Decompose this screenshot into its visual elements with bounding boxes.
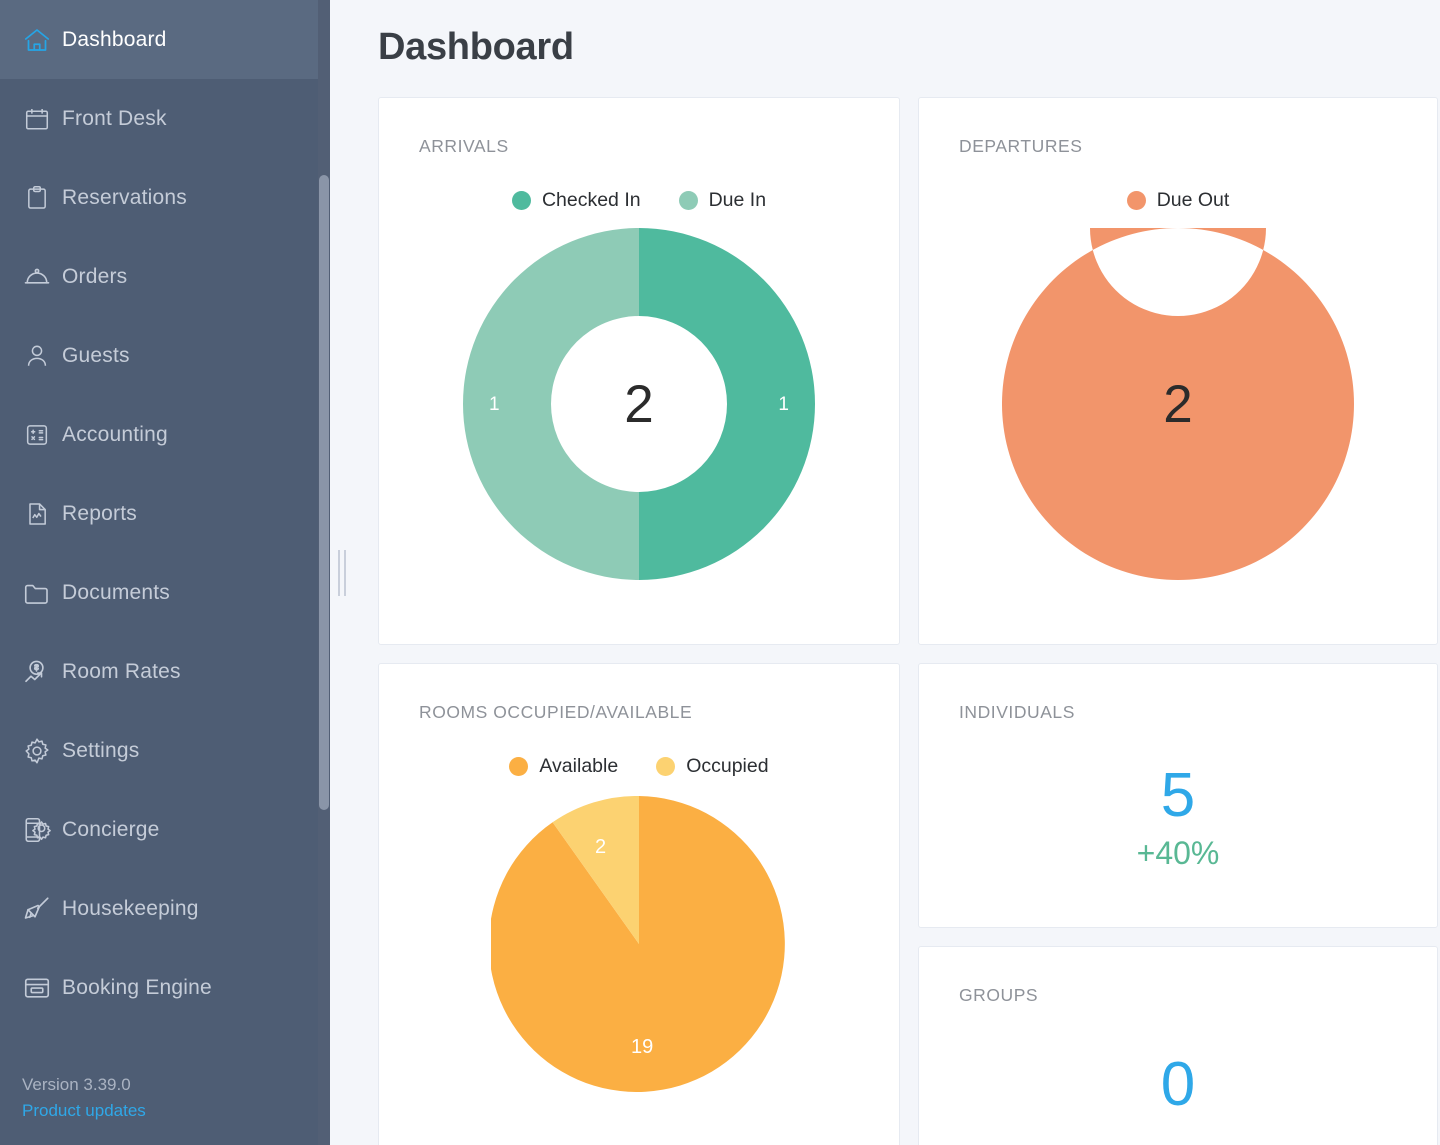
- legend-label: Due Out: [1156, 189, 1230, 211]
- sidebar-item-label: Accounting: [62, 422, 168, 446]
- product-updates-link[interactable]: Product updates: [22, 1098, 330, 1124]
- legend-swatch-due-in: [678, 191, 698, 210]
- sidebar-item-label: Orders: [62, 264, 128, 288]
- legend-entry[interactable]: Due Out: [1126, 189, 1230, 212]
- card-title: GROUPS: [959, 985, 1039, 1005]
- sidebar-item-label: Guests: [62, 343, 130, 367]
- legend-entry[interactable]: Checked In: [511, 189, 641, 212]
- card-individuals: INDIVIDUALS 5 +40%: [918, 663, 1438, 928]
- sidebar-item-guests[interactable]: Guests: [0, 316, 330, 395]
- sidebar-scrollbar-thumb[interactable]: [319, 175, 329, 810]
- sidebar-item-label: Settings: [62, 738, 140, 762]
- sidebar-item-booking-engine[interactable]: Booking Engine: [0, 948, 330, 1027]
- user-icon: [15, 342, 59, 370]
- mobile-gear-icon: [15, 815, 59, 845]
- donut-center-total: 2: [624, 374, 654, 434]
- groups-value: 0: [1160, 1050, 1196, 1119]
- sidebar-resize-handle[interactable]: [330, 0, 354, 1145]
- legend-entry[interactable]: Available: [509, 755, 618, 778]
- sidebar-item-housekeeping[interactable]: Housekeeping: [0, 869, 330, 948]
- card-groups: GROUPS 0: [918, 946, 1438, 1145]
- sidebar-item-settings[interactable]: Settings: [0, 711, 330, 790]
- legend-label: Due In: [708, 189, 767, 211]
- card-title: INDIVIDUALS: [959, 702, 1075, 722]
- card-rooms: ROOMS OCCUPIED/AVAILABLE Available Occup…: [378, 663, 900, 1145]
- sidebar-nav: Dashboard Front Desk Reservations Orders: [0, 0, 330, 1027]
- donut-slice-label-checked-in: 1: [778, 394, 789, 415]
- departures-donut-wrap: 2: [919, 228, 1437, 580]
- pie-slice-label-occupied: 2: [595, 836, 607, 858]
- rooms-pie-chart[interactable]: 2 19: [488, 795, 787, 1092]
- rooms-pie-wrap: 2 19: [379, 795, 899, 1092]
- card-title: ARRIVALS: [419, 136, 509, 156]
- gear-icon: [15, 736, 59, 766]
- calendar-icon: [15, 105, 59, 133]
- page-title: Dashboard: [378, 26, 574, 68]
- legend-label: Occupied: [686, 755, 769, 777]
- sidebar-item-accounting[interactable]: Accounting: [0, 395, 330, 474]
- sidebar-item-front-desk[interactable]: Front Desk: [0, 79, 330, 158]
- individuals-delta: +40%: [1136, 835, 1220, 871]
- legend-swatch-available: [509, 757, 529, 776]
- version-label: Version 3.39.0: [22, 1075, 131, 1094]
- legend-label: Available: [539, 755, 619, 777]
- sidebar: Dashboard Front Desk Reservations Orders: [0, 0, 346, 1145]
- departures-donut-chart[interactable]: 2: [1002, 228, 1354, 580]
- sidebar-item-label: Documents: [62, 580, 171, 604]
- folder-icon: [15, 578, 59, 608]
- sidebar-item-label: Reservations: [62, 185, 187, 209]
- sidebar-item-orders[interactable]: Orders: [0, 237, 330, 316]
- resize-grip-icon: [338, 549, 346, 596]
- sidebar-footer: Version 3.39.0 Product updates: [0, 1072, 330, 1145]
- sidebar-item-label: Booking Engine: [62, 975, 212, 999]
- dollar-trend-icon: [15, 657, 59, 687]
- legend-entry[interactable]: Due In: [678, 189, 767, 212]
- legend-swatch-checked-in: [511, 191, 531, 210]
- home-icon: [15, 25, 59, 55]
- stats-column: INDIVIDUALS 5 +40% GROUPS 0: [918, 663, 1438, 1145]
- legend-swatch-occupied: [656, 757, 676, 776]
- donut-center-total: 2: [1163, 374, 1193, 434]
- dashboard-grid: ARRIVALS Checked In Due In 2 1 1 DEPARTU…: [378, 97, 1438, 1145]
- sidebar-item-reservations[interactable]: Reservations: [0, 158, 330, 237]
- report-chart-icon: [15, 500, 59, 528]
- arrivals-donut-chart[interactable]: 2 1 1: [463, 228, 815, 580]
- donut-slice-label-due-in: 1: [489, 394, 500, 415]
- room-service-icon: [15, 262, 59, 292]
- sidebar-item-dashboard[interactable]: Dashboard: [0, 0, 330, 79]
- clipboard-icon: [15, 184, 59, 212]
- card-departures: DEPARTURES Due Out 2: [918, 97, 1438, 645]
- sidebar-item-label: Reports: [62, 501, 137, 525]
- calculator-icon: [15, 421, 59, 449]
- sidebar-scrollbar-track[interactable]: [318, 0, 330, 1145]
- card-title: ROOMS OCCUPIED/AVAILABLE: [419, 702, 693, 722]
- legend-label: Checked In: [541, 189, 641, 211]
- sidebar-item-label: Housekeeping: [62, 896, 199, 920]
- sidebar-item-label: Room Rates: [62, 659, 181, 683]
- card-arrivals: ARRIVALS Checked In Due In 2 1 1: [378, 97, 900, 645]
- individuals-value: 5: [1160, 761, 1196, 830]
- arrivals-donut-wrap: 2 1 1: [379, 228, 899, 580]
- sidebar-item-label: Dashboard: [62, 27, 167, 51]
- departures-legend: Due Out: [919, 189, 1437, 212]
- pie-slice-label-available: 19: [631, 1036, 654, 1058]
- main-content: Dashboard ARRIVALS Checked In Due In 2 1…: [330, 0, 1440, 1145]
- arrivals-legend: Checked In Due In: [379, 189, 899, 212]
- legend-entry[interactable]: Occupied: [656, 755, 769, 778]
- sidebar-item-documents[interactable]: Documents: [0, 553, 330, 632]
- sidebar-item-room-rates[interactable]: Room Rates: [0, 632, 330, 711]
- sidebar-item-label: Concierge: [62, 817, 160, 841]
- sidebar-item-concierge[interactable]: Concierge: [0, 790, 330, 869]
- card-title: DEPARTURES: [959, 136, 1083, 156]
- sidebar-item-reports[interactable]: Reports: [0, 474, 330, 553]
- legend-swatch-due-out: [1126, 191, 1146, 210]
- sidebar-item-label: Front Desk: [62, 106, 167, 130]
- rooms-legend: Available Occupied: [379, 755, 899, 778]
- browser-window-icon: [15, 973, 59, 1003]
- broom-icon: [15, 894, 59, 924]
